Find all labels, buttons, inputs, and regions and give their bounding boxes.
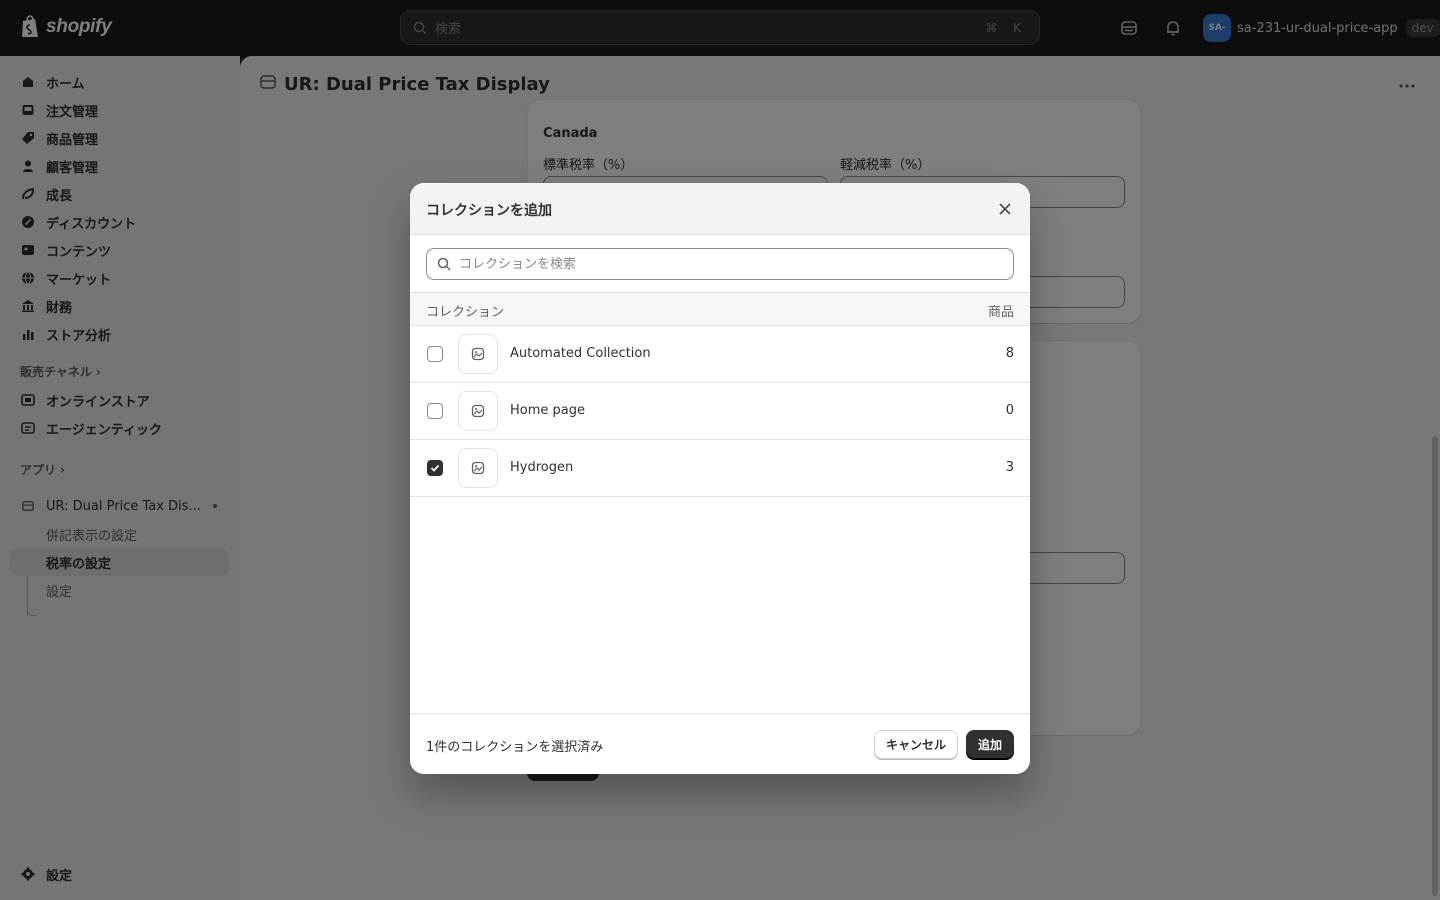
row-checkbox[interactable] <box>427 403 443 419</box>
product-count: 8 <box>1005 346 1014 361</box>
modal-title: コレクションを追加 <box>426 203 552 219</box>
search-icon <box>437 257 451 271</box>
close-button[interactable] <box>996 200 1014 218</box>
product-count: 3 <box>1005 460 1014 475</box>
modal-header: コレクションを追加 <box>410 183 1030 235</box>
product-count: 0 <box>1005 403 1014 418</box>
add-button[interactable]: 追加 <box>966 730 1014 759</box>
collection-name: Home page <box>510 403 585 418</box>
cancel-button[interactable]: キャンセル <box>874 730 958 759</box>
image-placeholder-icon <box>458 334 498 374</box>
collection-name: Hydrogen <box>510 460 574 475</box>
table-row[interactable]: Hydrogen 3 <box>410 440 1030 497</box>
image-placeholder-icon <box>458 448 498 488</box>
column-products: 商品 <box>987 305 1014 320</box>
collection-search-input[interactable] <box>459 256 1003 272</box>
column-collection: コレクション <box>426 305 505 320</box>
table-row[interactable]: Home page 0 <box>410 383 1030 440</box>
row-checkbox[interactable] <box>427 346 443 362</box>
modal-footer: 1件のコレクションを選択済み キャンセル 追加 <box>410 713 1030 774</box>
table-header: コレクション 商品 <box>410 292 1030 326</box>
add-collection-modal: コレクションを追加 コレクション 商品 Automated Collection… <box>410 183 1030 774</box>
collection-name: Automated Collection <box>510 346 651 361</box>
table-row[interactable]: Automated Collection 8 <box>410 326 1030 383</box>
close-icon <box>999 203 1011 215</box>
checkmark-icon <box>430 464 440 472</box>
row-checkbox-checked[interactable] <box>427 460 443 476</box>
collection-search-field[interactable] <box>426 248 1014 280</box>
selection-count: 1件のコレクションを選択済み <box>426 740 604 755</box>
image-placeholder-icon <box>458 391 498 431</box>
